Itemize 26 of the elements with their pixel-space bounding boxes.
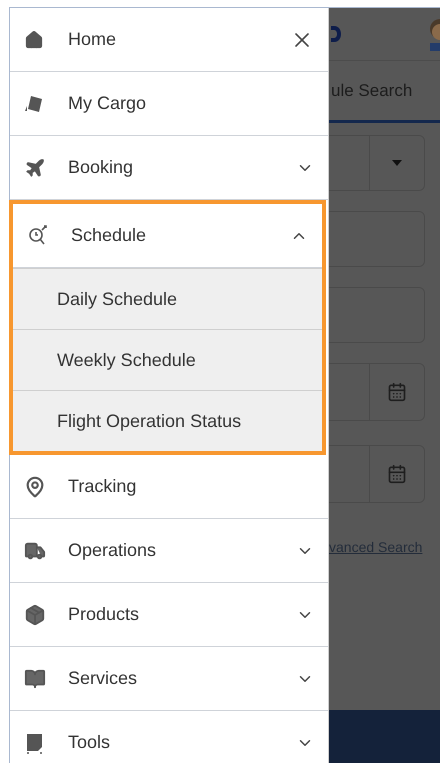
submenu-item[interactable]: Daily Schedule [13,268,322,329]
plane-icon [24,156,46,178]
logo-icon [331,25,341,43]
calendar-icon[interactable] [387,382,407,402]
box-icon [24,604,46,626]
menu-item[interactable]: Operations [10,519,328,583]
dropdown-field[interactable] [329,135,425,191]
calendar-icon[interactable] [387,464,407,484]
input-field[interactable] [329,211,425,267]
submenu-item[interactable]: Weekly Schedule [13,329,322,390]
home-icon [24,30,44,50]
location-pin-icon [24,476,46,498]
menu-item[interactable]: Products [10,583,328,647]
caret-icon [392,160,402,166]
date-field[interactable] [329,363,425,421]
clock-search-icon [27,224,49,246]
menu-item[interactable]: Tracking [10,455,328,519]
open-book-icon [24,668,46,690]
menu-item[interactable]: Services [10,647,328,711]
submenu-item[interactable]: Flight Operation Status [13,390,322,451]
menu-item[interactable]: My Cargo [10,72,328,136]
menu-item[interactable]: Tools [10,711,328,763]
menu-item[interactable]: Home [10,8,328,72]
input-field[interactable] [329,287,425,343]
menu-item[interactable]: Booking [10,136,328,200]
date-field[interactable] [329,445,425,503]
